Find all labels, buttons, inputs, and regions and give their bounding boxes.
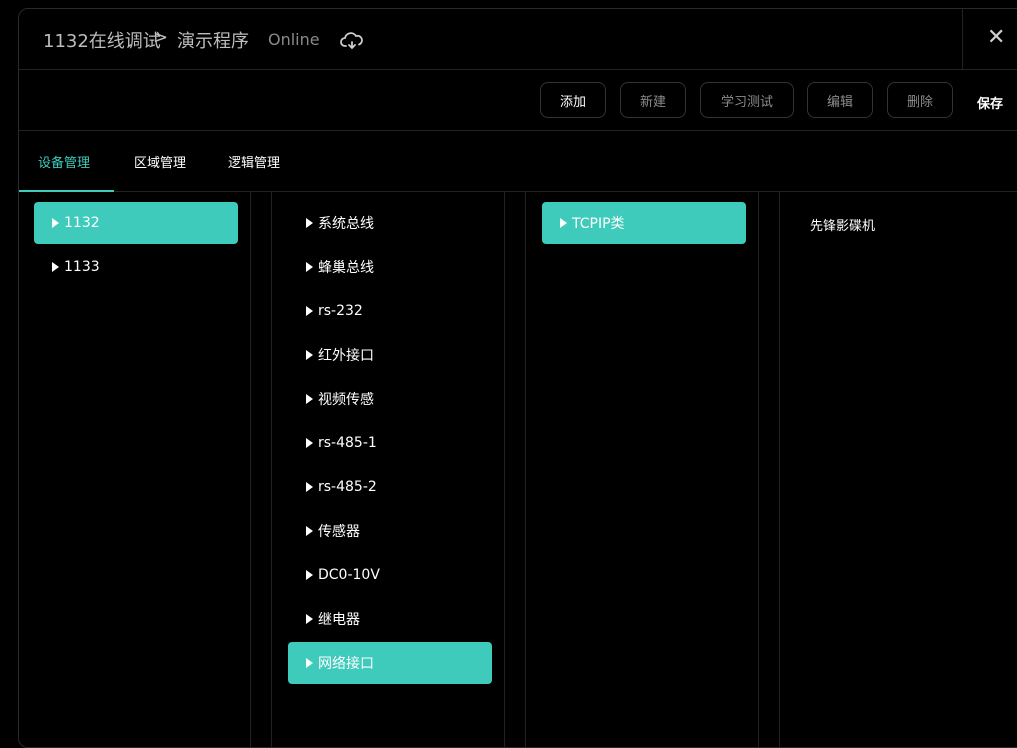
interface-label: 系统总线 <box>318 216 374 232</box>
interface-label: 传感器 <box>318 524 360 540</box>
caret-right-icon <box>306 438 313 448</box>
interface-label: 视频传感 <box>318 392 374 408</box>
device-item-1132[interactable]: 1132 <box>34 202 238 244</box>
caret-right-icon <box>52 218 59 228</box>
caret-right-icon <box>306 526 313 536</box>
device-label: 1133 <box>64 259 100 275</box>
interface-label: rs-485-1 <box>318 435 377 451</box>
model-item[interactable]: 先锋影碟机 <box>810 215 875 234</box>
caret-right-icon <box>306 658 313 668</box>
tab-bar: 设备管理 区域管理 逻辑管理 <box>19 131 1017 192</box>
interface-label: 红外接口 <box>318 348 374 364</box>
column-divider <box>504 192 505 747</box>
interface-item[interactable]: rs-485-2 <box>288 466 492 508</box>
breadcrumb-device[interactable]: 1132在线调试 <box>43 27 161 53</box>
device-label: 1132 <box>64 215 100 231</box>
close-button[interactable]: ✕ <box>962 9 1017 69</box>
tab-logic-management[interactable]: 逻辑管理 <box>228 152 280 171</box>
new-button[interactable]: 新建 <box>620 82 686 118</box>
column-divider <box>779 192 780 747</box>
caret-right-icon <box>306 614 313 624</box>
caret-right-icon <box>306 306 313 316</box>
column-divider <box>271 192 272 747</box>
edit-button[interactable]: 编辑 <box>807 82 873 118</box>
column-divider <box>525 192 526 747</box>
interface-item[interactable]: 继电器 <box>288 598 492 640</box>
tab-underline <box>19 190 114 192</box>
interface-item[interactable]: 蜂巢总线 <box>288 246 492 288</box>
interface-item[interactable]: 系统总线 <box>288 202 492 244</box>
header: 1132在线调试 > 演示程序 Online ✕ <box>19 9 1017 70</box>
breadcrumb-separator: > <box>153 27 169 48</box>
tab-area-management[interactable]: 区域管理 <box>134 152 186 171</box>
interface-item[interactable]: rs-232 <box>288 290 492 332</box>
caret-right-icon <box>306 482 313 492</box>
caret-right-icon <box>306 218 313 228</box>
interface-item-selected[interactable]: 网络接口 <box>288 642 492 684</box>
close-icon: ✕ <box>987 25 1006 50</box>
status-badge: Online <box>268 30 320 49</box>
tab-device-management[interactable]: 设备管理 <box>38 152 90 171</box>
add-button[interactable]: 添加 <box>540 82 606 118</box>
interface-item[interactable]: rs-485-1 <box>288 422 492 464</box>
interface-item[interactable]: 视频传感 <box>288 378 492 420</box>
interface-item[interactable]: 传感器 <box>288 510 492 552</box>
interface-label: rs-485-2 <box>318 479 377 495</box>
column-divider <box>250 192 251 747</box>
learn-test-button[interactable]: 学习测试 <box>700 82 794 118</box>
category-label: TCPIP类 <box>572 216 625 232</box>
cloud-sync-icon[interactable] <box>340 31 364 51</box>
interface-label: 继电器 <box>318 612 360 628</box>
interface-label: 网络接口 <box>318 656 374 672</box>
interface-item[interactable]: DC0-10V <box>288 554 492 596</box>
caret-right-icon <box>306 570 313 580</box>
column-divider <box>758 192 759 747</box>
toolbar: 添加 新建 学习测试 编辑 删除 保存 <box>19 70 1017 131</box>
interface-label: 蜂巢总线 <box>318 260 374 276</box>
caret-right-icon <box>306 262 313 272</box>
caret-right-icon <box>52 262 59 272</box>
interface-label: rs-232 <box>318 303 363 319</box>
save-button[interactable]: 保存 <box>977 93 1003 112</box>
device-item-1133[interactable]: 1133 <box>34 246 238 288</box>
caret-right-icon <box>560 218 567 228</box>
debug-panel: 1132在线调试 > 演示程序 Online ✕ 添加 新建 学习测试 编辑 删… <box>18 8 1017 748</box>
breadcrumb-program: 演示程序 <box>177 31 249 52</box>
caret-right-icon <box>306 394 313 404</box>
interface-label: DC0-10V <box>318 567 380 583</box>
delete-button[interactable]: 删除 <box>887 82 953 118</box>
interface-item[interactable]: 红外接口 <box>288 334 492 376</box>
category-item-tcpip[interactable]: TCPIP类 <box>542 202 746 244</box>
caret-right-icon <box>306 350 313 360</box>
